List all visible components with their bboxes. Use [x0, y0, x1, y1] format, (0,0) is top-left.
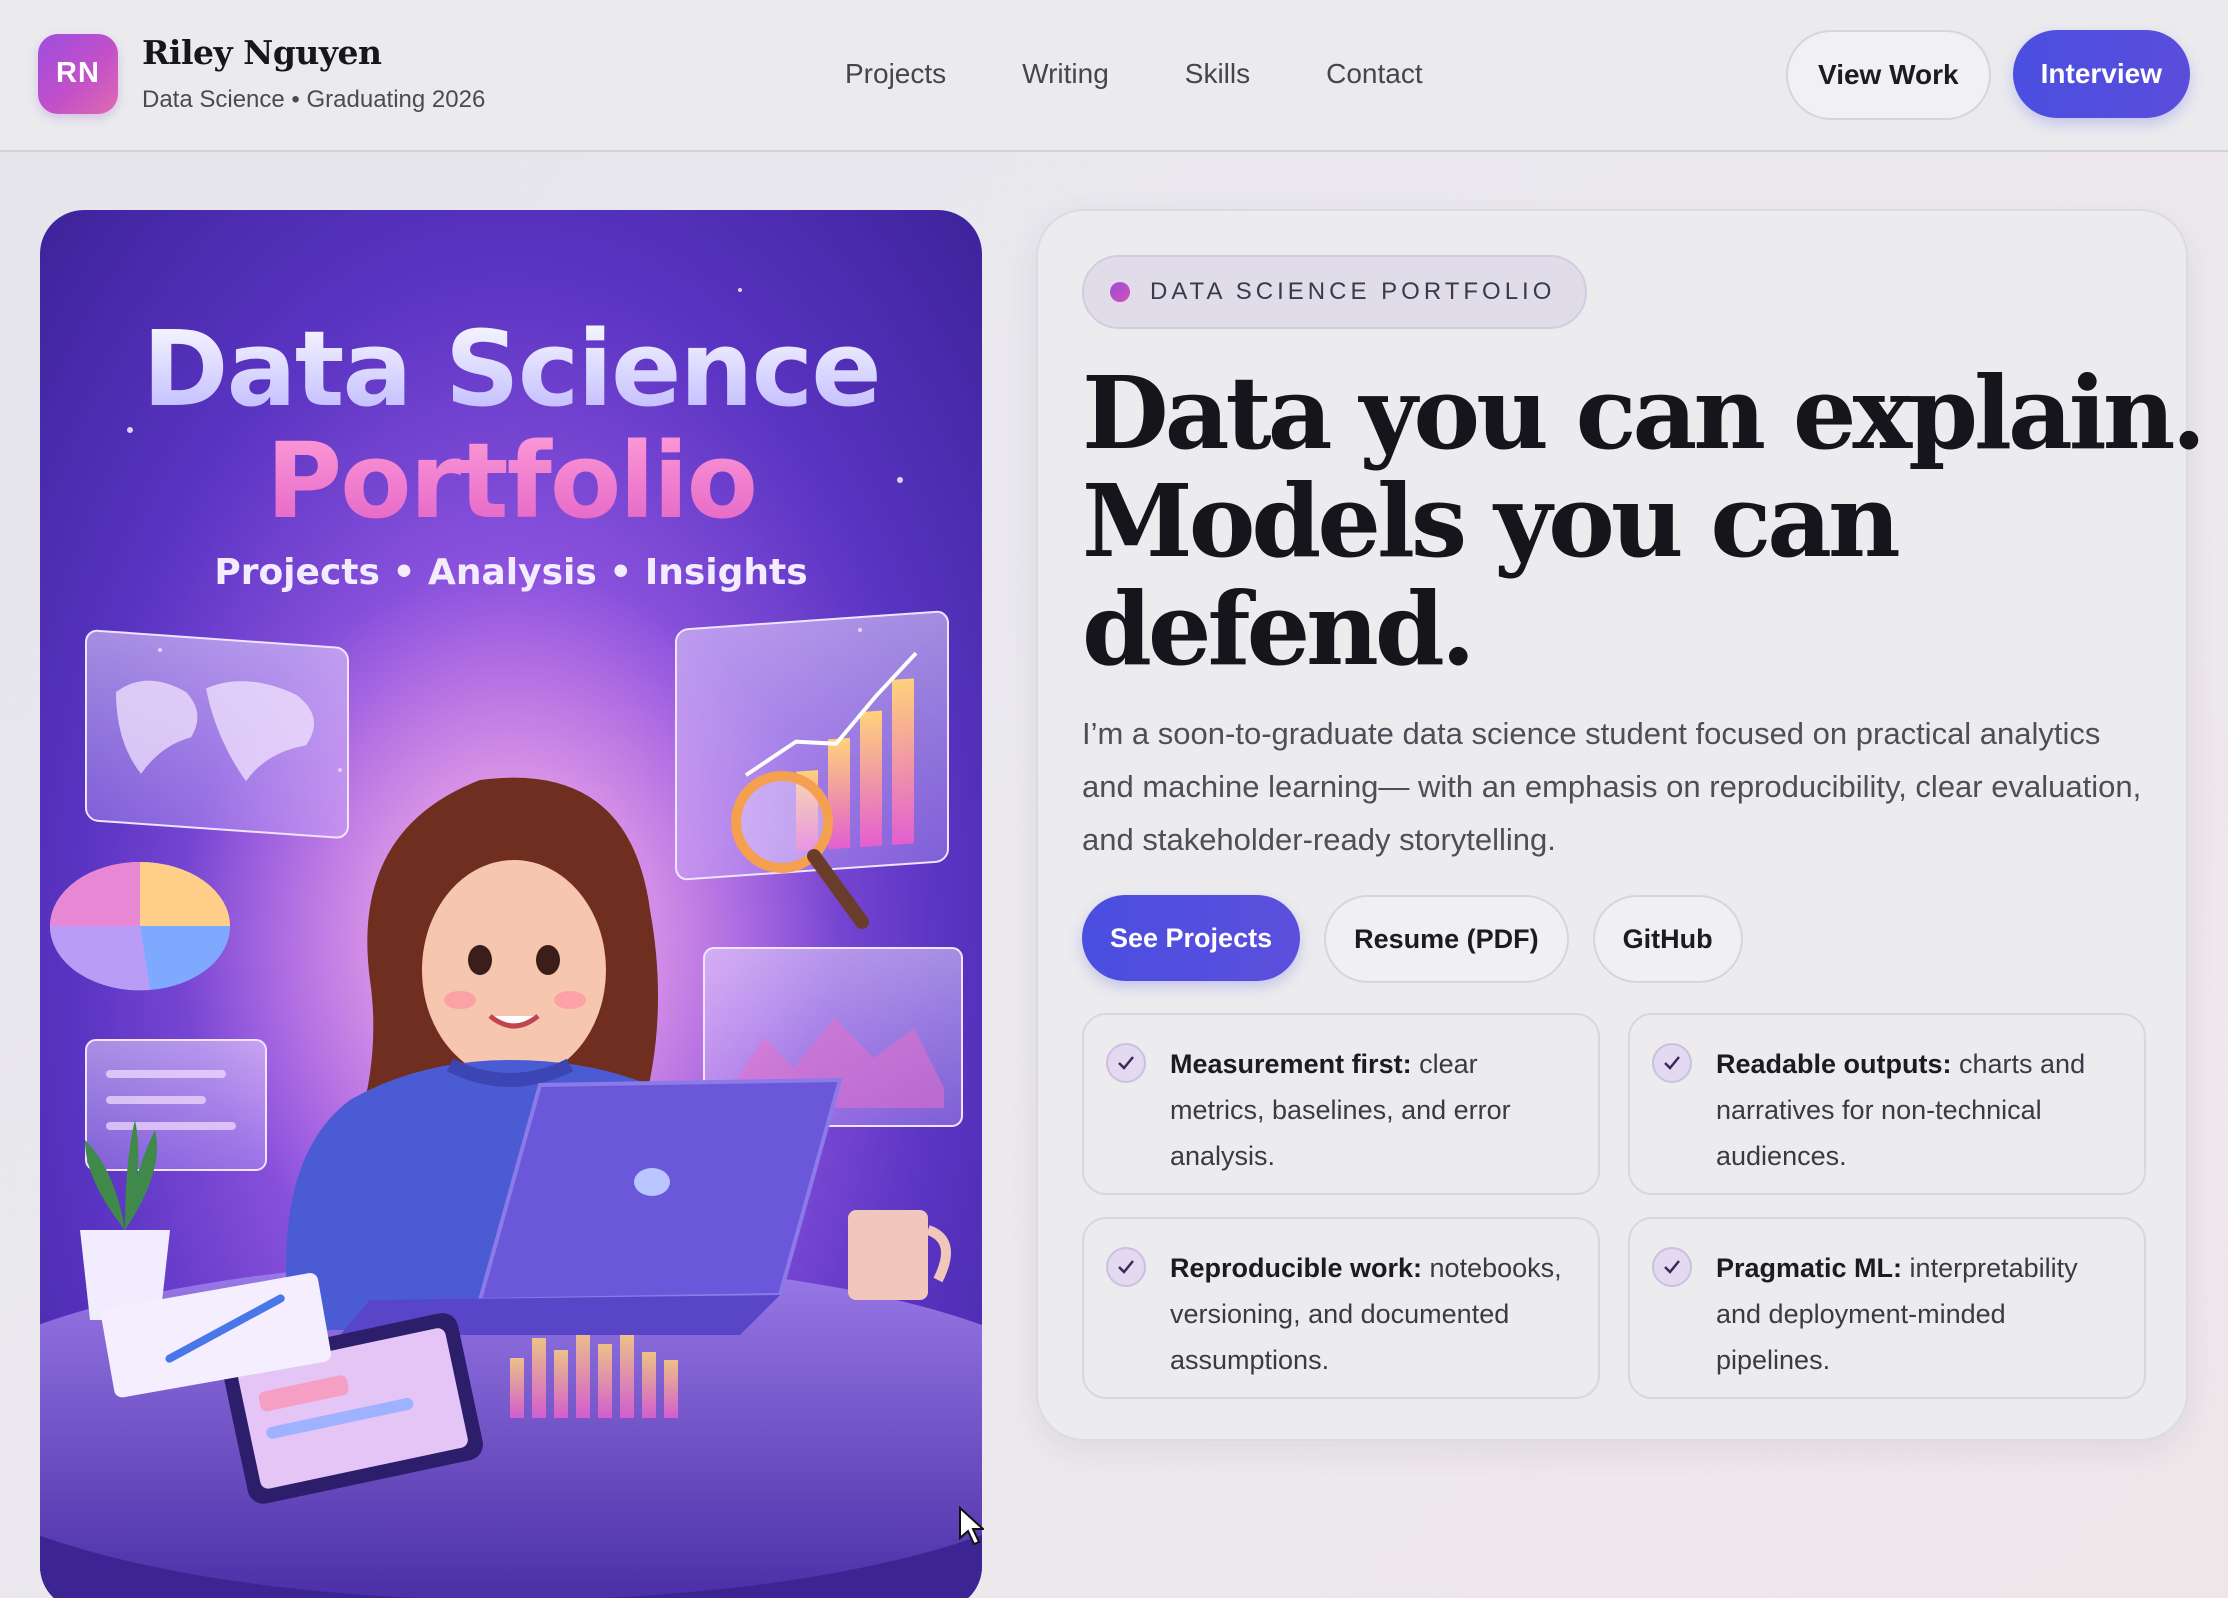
- mouse-pointer-icon: [959, 1506, 984, 1546]
- avatar: RN: [38, 33, 118, 114]
- feature-text: Pragmatic ML: interpretability and deplo…: [1716, 1245, 2118, 1397]
- feature-title: Readable outputs:: [1716, 1049, 1952, 1079]
- cta-row: See Projects Resume (PDF) GitHub: [1082, 895, 1743, 983]
- headline-line-1: Data you can explain.: [1082, 354, 2206, 472]
- poster-tagline: Projects • Analysis • Insights: [214, 552, 808, 593]
- badge-dot-icon: [1110, 282, 1130, 302]
- poster-title-line2: Portfolio: [40, 420, 982, 542]
- nav-item-projects[interactable]: Projects: [845, 52, 946, 96]
- nav-item-skills[interactable]: Skills: [1185, 52, 1250, 96]
- brand-subtitle: Data Science • Graduating 2026: [142, 86, 486, 113]
- feature-card: Pragmatic ML: interpretability and deplo…: [1628, 1217, 2146, 1399]
- header-actions: View Work Interview: [1786, 30, 2190, 120]
- hero-headline: Data you can explain. Models you can def…: [1082, 354, 2206, 688]
- see-projects-button[interactable]: See Projects: [1082, 895, 1301, 981]
- interview-button[interactable]: Interview: [2012, 30, 2190, 118]
- hero-description: I’m a soon-to-graduate data science stud…: [1082, 716, 2142, 857]
- brand-text: Riley Nguyen Data Science • Graduating 2…: [142, 33, 485, 114]
- feature-card: Readable outputs: charts and narratives …: [1628, 1013, 2146, 1195]
- headline-line-2: Models you can: [1082, 462, 1901, 580]
- badge-label: DATA SCIENCE PORTFOLIO: [1150, 278, 1556, 305]
- poster-title-line1: Data Science: [40, 308, 982, 430]
- headline-line-3: defend.: [1082, 570, 1476, 688]
- view-work-button[interactable]: View Work: [1786, 30, 1991, 120]
- feature-grid: Measurement first: clear metrics, baseli…: [1082, 1013, 2146, 1399]
- nav-item-writing[interactable]: Writing: [1022, 52, 1109, 96]
- hero-card: DATA SCIENCE PORTFOLIO Data you can expl…: [1036, 209, 2206, 1441]
- feature-title: Pragmatic ML:: [1716, 1253, 1903, 1283]
- feature-text: Measurement first: clear metrics, baseli…: [1170, 1041, 1572, 1193]
- feature-text: Readable outputs: charts and narratives …: [1716, 1041, 2118, 1193]
- hero-illustration: Data Science Portfolio Projects • Analys…: [40, 210, 982, 1598]
- brand[interactable]: RN Riley Nguyen Data Science • Graduatin…: [38, 33, 485, 114]
- github-button[interactable]: GitHub: [1592, 895, 1743, 983]
- check-icon: [1106, 1247, 1146, 1287]
- brand-name: Riley Nguyen: [142, 33, 382, 72]
- feature-text: Reproducible work: notebooks, versioning…: [1170, 1245, 1572, 1397]
- feature-card: Measurement first: clear metrics, baseli…: [1082, 1013, 1600, 1195]
- feature-title: Measurement first:: [1170, 1049, 1412, 1079]
- resume-pdf-button[interactable]: Resume (PDF): [1324, 895, 1569, 983]
- nav-item-contact[interactable]: Contact: [1326, 52, 1423, 96]
- section-badge: DATA SCIENCE PORTFOLIO: [1082, 255, 1588, 329]
- check-icon: [1652, 1247, 1692, 1287]
- feature-title: Reproducible work:: [1170, 1253, 1423, 1283]
- main-nav: Projects Writing Skills Contact: [845, 52, 1423, 96]
- site-header: RN Riley Nguyen Data Science • Graduatin…: [0, 0, 2228, 152]
- check-icon: [1106, 1043, 1146, 1083]
- feature-card: Reproducible work: notebooks, versioning…: [1082, 1217, 1600, 1399]
- check-icon: [1652, 1043, 1692, 1083]
